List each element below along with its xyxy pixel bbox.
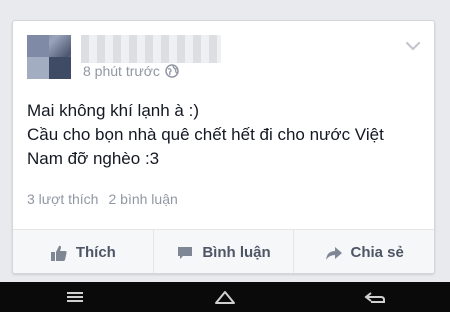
system-nav-bar xyxy=(0,282,450,312)
chevron-down-icon[interactable] xyxy=(406,41,420,51)
like-label: Thích xyxy=(75,244,116,261)
back-icon xyxy=(364,292,385,303)
post-timestamp[interactable]: 8 phút trước xyxy=(83,63,160,79)
menu-button[interactable] xyxy=(55,285,95,309)
like-button[interactable]: Thích xyxy=(13,230,154,273)
share-label: Chia sẻ xyxy=(350,244,404,261)
globe-icon xyxy=(165,64,179,78)
comment-label: Bình luận xyxy=(202,244,271,261)
menu-icon xyxy=(67,292,83,302)
comments-count[interactable]: 2 bình luận xyxy=(108,191,177,207)
post-meta: 8 phút trước xyxy=(83,63,179,79)
post-text-line: Nam đỡ nghèo :3 xyxy=(27,149,160,168)
post-body: Mai không khí lạnh à :) Cầu cho bọn nhà … xyxy=(27,99,427,171)
comment-icon xyxy=(178,246,193,259)
post-stats: 3 lượt thích 2 bình luận xyxy=(27,191,178,207)
likes-count[interactable]: 3 lượt thích xyxy=(27,191,98,207)
action-bar: Thích Bình luận Chia sẻ xyxy=(13,229,434,273)
home-icon xyxy=(215,291,235,304)
back-button[interactable] xyxy=(355,285,395,309)
post-card: 8 phút trước Mai không khí lạnh à :) Cầu… xyxy=(12,20,435,274)
comment-button[interactable]: Bình luận xyxy=(154,230,295,273)
home-button[interactable] xyxy=(205,285,245,309)
thumbs-up-icon xyxy=(50,245,67,261)
post-text-line: Mai không khí lạnh à :) xyxy=(27,101,199,120)
author-name-blurred[interactable] xyxy=(81,35,221,63)
post-header: 8 phút trước xyxy=(13,21,434,91)
avatar[interactable] xyxy=(27,35,71,79)
share-button[interactable]: Chia sẻ xyxy=(294,230,434,273)
post-text-line: Cầu cho bọn nhà quê chết hết đi cho nước… xyxy=(27,125,384,144)
share-icon xyxy=(325,246,342,260)
